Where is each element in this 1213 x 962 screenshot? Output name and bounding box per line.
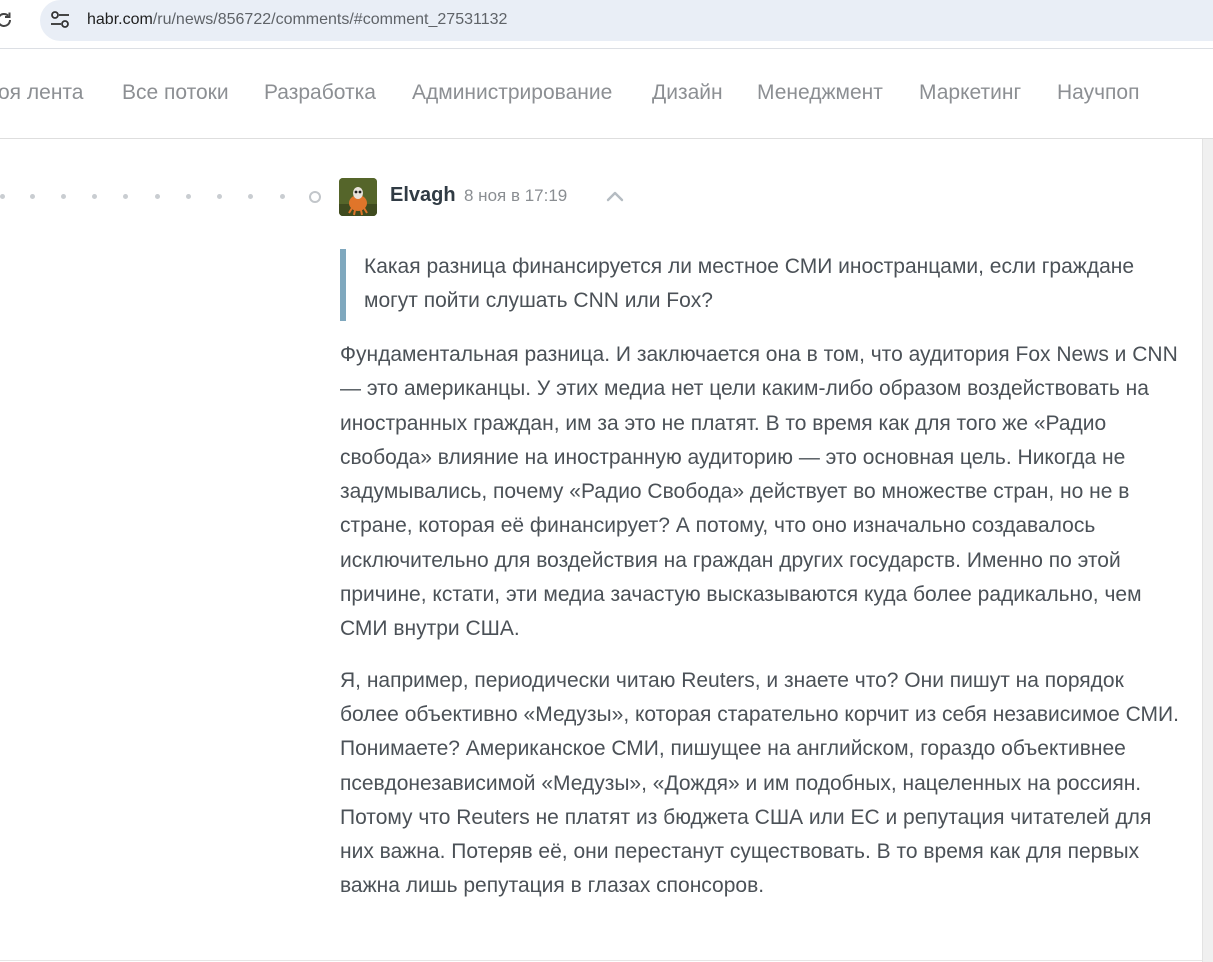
quote-text: Какая разница финансируется ли местное С… [364, 255, 1135, 312]
chevron-up-icon[interactable] [605, 189, 625, 203]
thread-dot-current[interactable] [309, 191, 321, 203]
site-info-icon[interactable] [49, 10, 71, 30]
nav-item-popsci[interactable]: Научпоп [1057, 81, 1139, 105]
nav-item-management[interactable]: Менеджмент [757, 81, 883, 105]
thread-dot[interactable] [280, 194, 285, 199]
comment-quote: Какая разница финансируется ли местное С… [340, 249, 1170, 321]
nav-item-all-flows[interactable]: Все потоки [122, 81, 229, 105]
thread-dot[interactable] [123, 194, 128, 199]
category-nav: оя лента Все потоки Разработка Администр… [0, 49, 1213, 139]
thread-dot[interactable] [217, 194, 222, 199]
thread-dot[interactable] [61, 194, 66, 199]
bottom-divider [0, 960, 1202, 961]
nav-item-my-feed[interactable]: оя лента [0, 81, 83, 105]
thread-dot[interactable] [186, 194, 191, 199]
avatar[interactable] [339, 178, 377, 216]
nav-item-development[interactable]: Разработка [264, 81, 376, 105]
nav-item-design[interactable]: Дизайн [652, 81, 723, 105]
page-body: Elvagh 8 ноя в 17:19 Какая разница финан… [0, 139, 1213, 962]
thread-dot[interactable] [0, 194, 5, 199]
browser-toolbar: habr.com/ru/news/856722/comments/#commen… [0, 0, 1213, 49]
url-text[interactable]: habr.com/ru/news/856722/comments/#commen… [87, 11, 507, 29]
browser-viewport: habr.com/ru/news/856722/comments/#commen… [0, 0, 1213, 962]
comment-date[interactable]: 8 ноя в 17:19 [464, 186, 567, 206]
nav-item-administration[interactable]: Администрирование [412, 81, 612, 105]
comment-paragraph: Я, например, периодически читаю Reuters,… [340, 668, 1179, 898]
reload-icon[interactable] [0, 10, 14, 30]
comment-thread: Elvagh 8 ноя в 17:19 Какая разница финан… [0, 139, 1202, 962]
url-path: /ru/news/856722/comments/#comment_275311… [152, 11, 508, 28]
comment-author[interactable]: Elvagh [390, 184, 456, 207]
avatar-image [339, 178, 377, 216]
nav-item-marketing[interactable]: Маркетинг [919, 81, 1021, 105]
thread-dot[interactable] [92, 194, 97, 199]
thread-dot[interactable] [155, 194, 160, 199]
thread-dot[interactable] [248, 194, 253, 199]
url-host: habr.com [87, 11, 153, 28]
thread-dot[interactable] [30, 194, 35, 199]
comment-body: Фундаментальная разница. И заключается о… [340, 338, 1185, 921]
right-sidebar-edge [1202, 139, 1213, 962]
comment-paragraph: Фундаментальная разница. И заключается о… [340, 343, 1178, 641]
